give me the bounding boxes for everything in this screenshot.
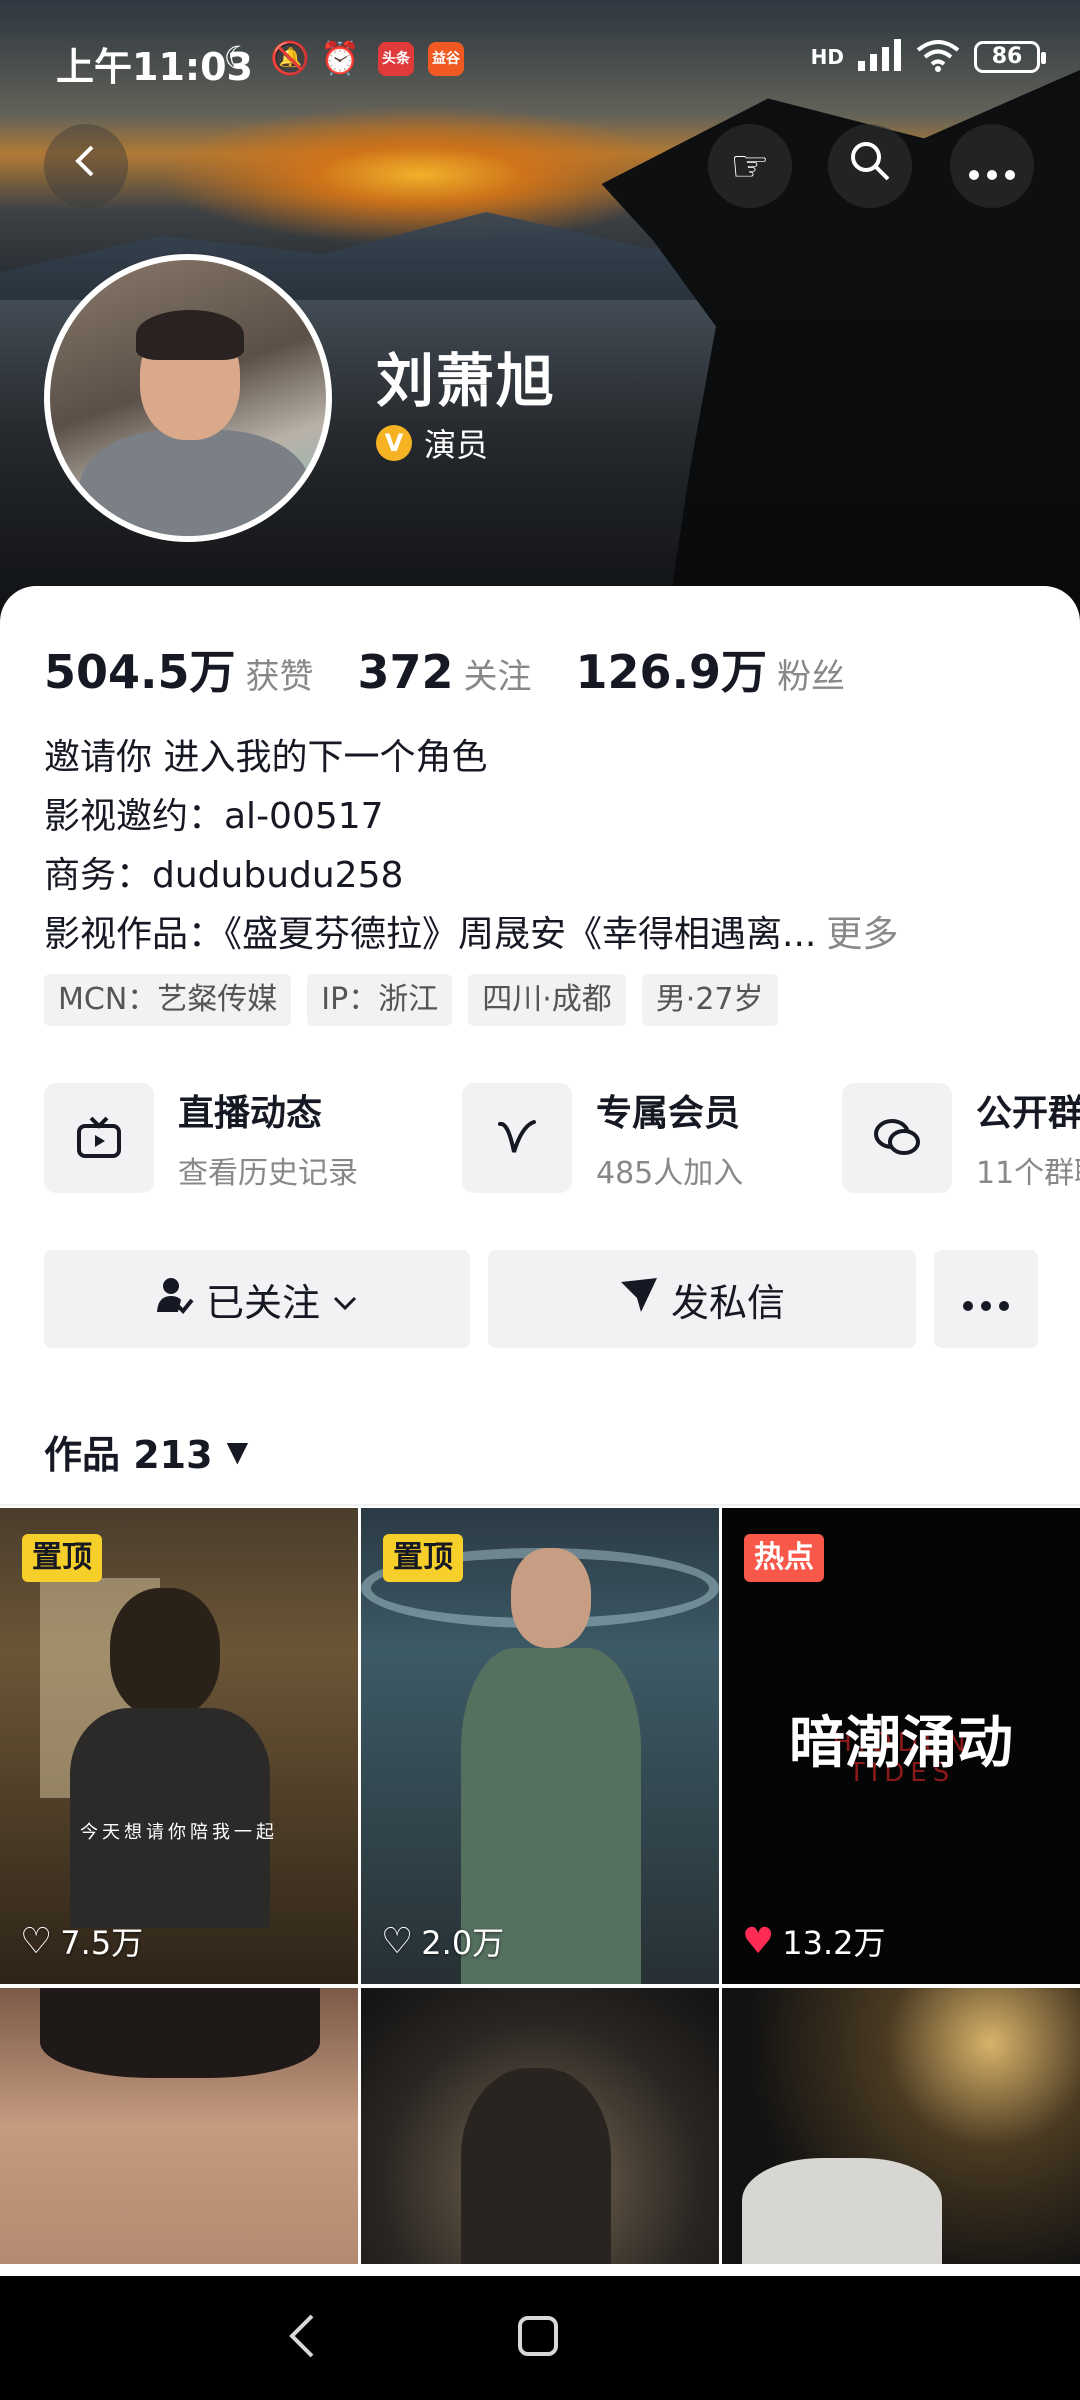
- pinned-badge: 置顶: [383, 1534, 463, 1582]
- system-navigation-bar: [0, 2276, 1080, 2400]
- back-button[interactable]: [44, 124, 128, 208]
- video-title-logo: 暗潮涌动: [789, 1710, 1013, 1776]
- followers-label[interactable]: 粉丝: [777, 649, 845, 698]
- likes-label: 获赞: [245, 657, 314, 697]
- video-tile[interactable]: 置顶 今天想请你陪我一起 ♡ 7.5万: [0, 1508, 358, 1984]
- tag-city[interactable]: 四川·成都: [468, 974, 626, 1026]
- followed-label: 已关注: [205, 1280, 320, 1325]
- live-history-entry[interactable]: 直播动态 查看历史记录: [44, 1082, 358, 1194]
- user-check-icon: [156, 1276, 194, 1323]
- caret-down-icon: ▼: [226, 1435, 249, 1468]
- video-likes: ♥ 13.2万: [742, 1920, 886, 1963]
- chevron-left-icon: [66, 141, 106, 192]
- tv-icon: [44, 1083, 154, 1193]
- more-button[interactable]: [950, 124, 1034, 208]
- followers-count[interactable]: 126.9万: [576, 636, 768, 702]
- video-likes: ♡ 2.0万: [381, 1920, 505, 1963]
- works-tab[interactable]: 作品 213 ▼: [44, 1424, 248, 1479]
- search-button[interactable]: [828, 124, 912, 208]
- tag-ip-location: IP：浙江: [307, 974, 453, 1026]
- following-count[interactable]: 372: [358, 645, 454, 699]
- following-label[interactable]: 关注: [464, 649, 532, 698]
- action-buttons: 已关注 发私信: [44, 1250, 1038, 1348]
- status-bar: 上午11:03 ☾ 🔕 ⏰ 头条 益谷 HD 86: [0, 0, 1080, 120]
- works-label: 作品 213: [44, 1433, 213, 1477]
- avatar[interactable]: [44, 254, 332, 542]
- tag-gender-age: 男·27岁: [641, 974, 778, 1026]
- video-tile[interactable]: [722, 1988, 1080, 2264]
- verification-label: V 演员: [376, 420, 488, 466]
- tag-mcn[interactable]: MCN：艺粲传媒: [44, 974, 292, 1026]
- battery-indicator: 86: [974, 41, 1046, 73]
- followed-button[interactable]: 已关注: [44, 1250, 470, 1348]
- yigu-app-icon: 益谷: [428, 42, 464, 76]
- alarm-icon: ⏰: [320, 39, 360, 77]
- feature-shortcuts: 直播动态 查看历史记录 专属会员 485人加入 公开群 11个群聊: [44, 1082, 1080, 1194]
- pinned-badge: 置顶: [22, 1534, 102, 1582]
- chat-icon: [842, 1083, 952, 1193]
- send-icon: [619, 1276, 659, 1323]
- nav-back-icon[interactable]: [282, 2310, 322, 2375]
- pat-button[interactable]: ☞: [708, 124, 792, 208]
- v-icon: [462, 1083, 572, 1193]
- search-icon: [848, 139, 892, 194]
- video-tile[interactable]: [0, 1988, 358, 2264]
- signal-icon: [858, 39, 902, 75]
- chevron-down-icon: [332, 1277, 358, 1321]
- heart-outline-icon: ♡: [20, 1920, 53, 1962]
- network-type: HD: [810, 45, 844, 69]
- verification-text: 演员: [424, 426, 489, 464]
- more-dots-icon: [968, 141, 1016, 192]
- hot-badge: 热点: [744, 1534, 824, 1582]
- more-actions-button[interactable]: [934, 1250, 1038, 1348]
- verified-badge-icon: V: [376, 425, 412, 461]
- video-caption: 今天想请你陪我一起: [80, 1822, 278, 1843]
- profile-card: 504.5万 获赞 372 关注 126.9万 粉丝 邀请你 进入我的下一个角色…: [0, 586, 1080, 2276]
- nav-home-icon[interactable]: [516, 2310, 560, 2375]
- membership-entry[interactable]: 专属会员 485人加入: [462, 1082, 743, 1194]
- send-message-label: 发私信: [670, 1280, 785, 1325]
- heart-filled-icon: ♥: [742, 1920, 775, 1962]
- profile-name: 刘萧旭: [376, 347, 557, 415]
- bio-line: 商务：dudubudu258: [44, 855, 404, 896]
- profile-stats: 504.5万 获赞 372 关注 126.9万 粉丝: [44, 636, 889, 702]
- moon-icon: ☾: [223, 39, 253, 77]
- profile-tags: MCN：艺粲传媒 IP：浙江 四川·成都 男·27岁: [44, 974, 778, 1026]
- hand-point-icon: ☞: [730, 140, 770, 192]
- bio-line: 邀请你 进入我的下一个角色: [44, 737, 488, 778]
- wifi-icon: [916, 38, 960, 76]
- video-tile[interactable]: HIDDEN TIDES 暗潮涌动 热点 ♥ 13.2万: [722, 1508, 1080, 1984]
- video-tile[interactable]: [361, 1988, 719, 2264]
- likes-count: 504.5万: [44, 645, 236, 699]
- video-likes: ♡ 7.5万: [20, 1920, 144, 1963]
- toutiao-app-icon: 头条: [378, 42, 414, 76]
- send-message-button[interactable]: 发私信: [488, 1250, 916, 1348]
- heart-outline-icon: ♡: [381, 1920, 414, 1962]
- bell-off-icon: 🔕: [270, 39, 310, 77]
- bio-more-link[interactable]: 更多: [826, 914, 898, 955]
- bio-line: 影视作品：《盛夏芬德拉》周晟安《幸得相遇离... 更多: [44, 914, 899, 955]
- bio-line: 影视邀约：al-00517: [44, 796, 384, 837]
- group-chat-entry[interactable]: 公开群 11个群聊: [842, 1082, 1080, 1194]
- profile-bio: 邀请你 进入我的下一个角色 影视邀约：al-00517 商务：dudubudu2…: [44, 728, 1044, 964]
- video-tile[interactable]: 置顶 ♡ 2.0万: [361, 1508, 719, 1984]
- more-dots-icon: [962, 1277, 1010, 1321]
